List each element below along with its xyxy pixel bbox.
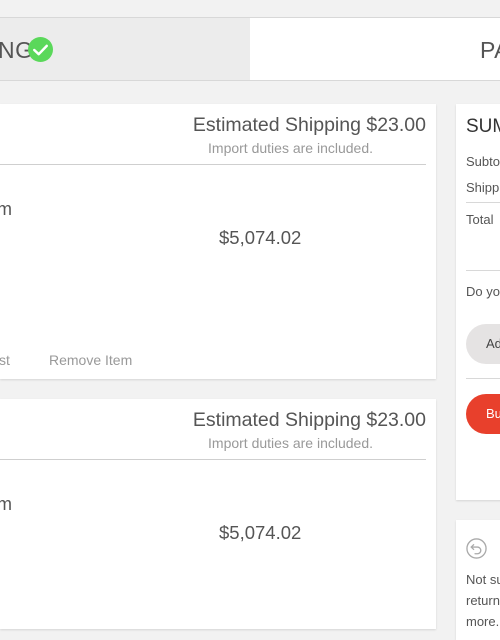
step-payment[interactable]: PA: [250, 18, 500, 80]
summary-title: SUM: [466, 116, 500, 137]
import-duties-note: Import duties are included.: [208, 140, 373, 156]
cart-item: Estimated Shipping $23.00 Import duties …: [0, 104, 436, 379]
remove-item-link[interactable]: Remove Item: [49, 352, 132, 368]
import-duties-note: Import duties are included.: [208, 435, 373, 451]
returns-text-line: Not su: [466, 572, 500, 587]
item-name[interactable]: m: [0, 199, 12, 220]
cart-item: Estimated Shipping $23.00 Import duties …: [0, 399, 436, 629]
buy-button[interactable]: Bu: [466, 394, 500, 434]
move-to-wishlist-link[interactable]: st: [0, 352, 10, 368]
promo-question: Do you: [466, 284, 500, 299]
item-name[interactable]: m: [0, 494, 12, 515]
checkout-steps: NG PA: [0, 17, 500, 81]
check-circle-icon: [28, 37, 53, 62]
returns-text-line: returns: [466, 593, 500, 608]
divider: [466, 270, 500, 271]
item-price: $5,074.02: [219, 227, 302, 248]
add-button[interactable]: Ad: [466, 324, 500, 364]
total-label: Total: [466, 212, 494, 227]
divider: [0, 459, 426, 460]
divider: [466, 378, 500, 379]
step-payment-label: PA: [480, 37, 500, 63]
item-price: $5,074.02: [219, 522, 302, 543]
subtotal-label: Subtot: [466, 154, 500, 169]
estimated-shipping: Estimated Shipping $23.00: [192, 409, 426, 431]
shipping-label: Shippin: [466, 180, 500, 195]
returns-info: Not su returns more.: [456, 520, 500, 640]
order-summary: SUM Subtot Shippin Total Do you Ad Bu: [456, 104, 500, 500]
estimated-shipping: Estimated Shipping $23.00: [192, 114, 426, 136]
step-shipping[interactable]: NG: [0, 18, 250, 80]
divider: [466, 202, 500, 203]
divider: [0, 164, 426, 165]
return-arrow-icon: [466, 538, 487, 559]
